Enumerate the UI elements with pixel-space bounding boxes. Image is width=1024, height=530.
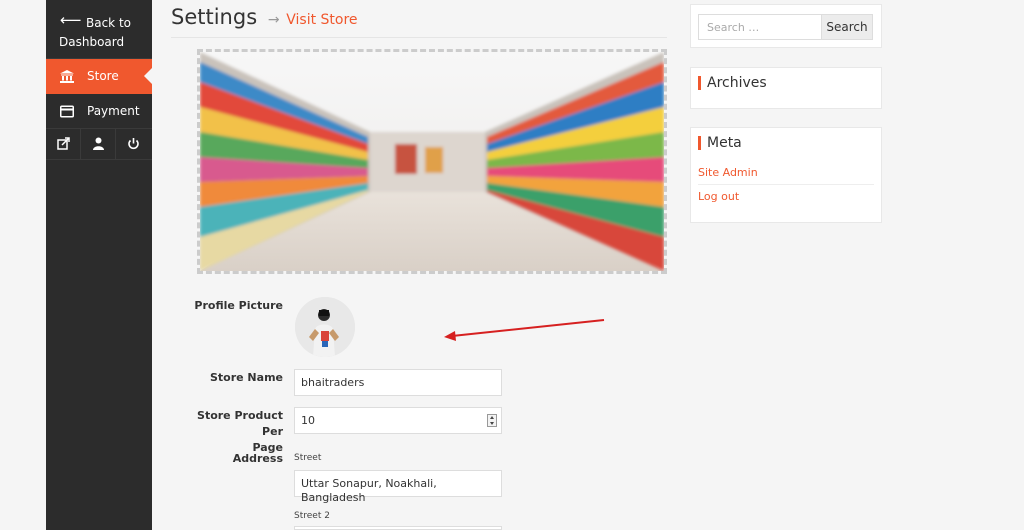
- street2-label: Street 2: [294, 511, 330, 521]
- sidebar-item-payment[interactable]: Payment: [46, 94, 152, 129]
- sidebar-icon-row: [46, 128, 152, 160]
- credit-card-icon: [60, 105, 74, 118]
- page-title-text: Settings: [171, 5, 258, 29]
- products-per-page-value: 10: [301, 414, 315, 427]
- profile-picture-avatar[interactable]: [295, 297, 355, 357]
- avatar-photo: [295, 297, 355, 357]
- logout-button[interactable]: [116, 128, 151, 160]
- store-banner-picture: [200, 52, 664, 271]
- title-divider: [171, 37, 667, 38]
- street-value: Uttar Sonapur, Noakhali, Bangladesh: [301, 477, 437, 504]
- arrow-left-icon: ⟵: [60, 11, 82, 29]
- visit-store-link[interactable]: Visit Store: [286, 12, 357, 28]
- products-per-page-label: Store Product Per Page: [183, 408, 283, 456]
- dashboard-sidebar: ⟵ Back to Dashboard Store Payment: [46, 0, 152, 530]
- store-banner-image[interactable]: [197, 49, 667, 274]
- annotation-arrow-icon: [444, 319, 605, 341]
- store-name-input[interactable]: bhaitraders: [294, 369, 502, 396]
- profile-picture-label: Profile Picture: [194, 299, 283, 312]
- number-stepper-icon[interactable]: [487, 414, 497, 427]
- street-input[interactable]: Uttar Sonapur, Noakhali, Bangladesh: [294, 470, 502, 504]
- back-to-dashboard-link[interactable]: ⟵ Back to Dashboard: [46, 0, 152, 59]
- products-per-page-input[interactable]: 10: [294, 407, 502, 434]
- archives-widget: Archives: [690, 67, 882, 109]
- archives-title: Archives: [698, 76, 767, 90]
- meta-widget: Meta Site Admin Log out: [690, 127, 882, 223]
- sidebar-item-label: Store: [87, 69, 119, 83]
- power-icon: [128, 138, 139, 150]
- back-label-line1: Back to: [86, 16, 131, 30]
- edit-account-button[interactable]: [81, 128, 116, 160]
- bank-icon: [60, 70, 74, 83]
- street2-input[interactable]: [294, 526, 502, 530]
- sidebar-item-label: Payment: [87, 104, 140, 118]
- title-arrow: →: [267, 12, 280, 28]
- log-out-link[interactable]: Log out: [698, 190, 739, 203]
- back-label-line2: Dashboard: [59, 35, 125, 49]
- search-button[interactable]: Search: [821, 14, 873, 40]
- external-link-icon: [57, 137, 70, 150]
- site-admin-link[interactable]: Site Admin: [698, 166, 758, 179]
- products-per-page-label-line1: Store Product Per: [197, 409, 283, 438]
- meta-divider: [698, 184, 874, 185]
- visit-store-button[interactable]: [46, 128, 81, 160]
- address-label: Address: [232, 452, 283, 465]
- meta-title: Meta: [698, 136, 742, 150]
- store-name-label: Store Name: [209, 371, 283, 384]
- street-label: Street: [294, 453, 322, 463]
- search-input[interactable]: Search …: [698, 14, 822, 40]
- page-title: Settings → Visit Store: [171, 5, 358, 29]
- search-placeholder: Search …: [707, 21, 760, 34]
- sidebar-item-store[interactable]: Store: [46, 59, 152, 94]
- user-icon: [93, 137, 104, 150]
- store-name-value: bhaitraders: [301, 376, 365, 389]
